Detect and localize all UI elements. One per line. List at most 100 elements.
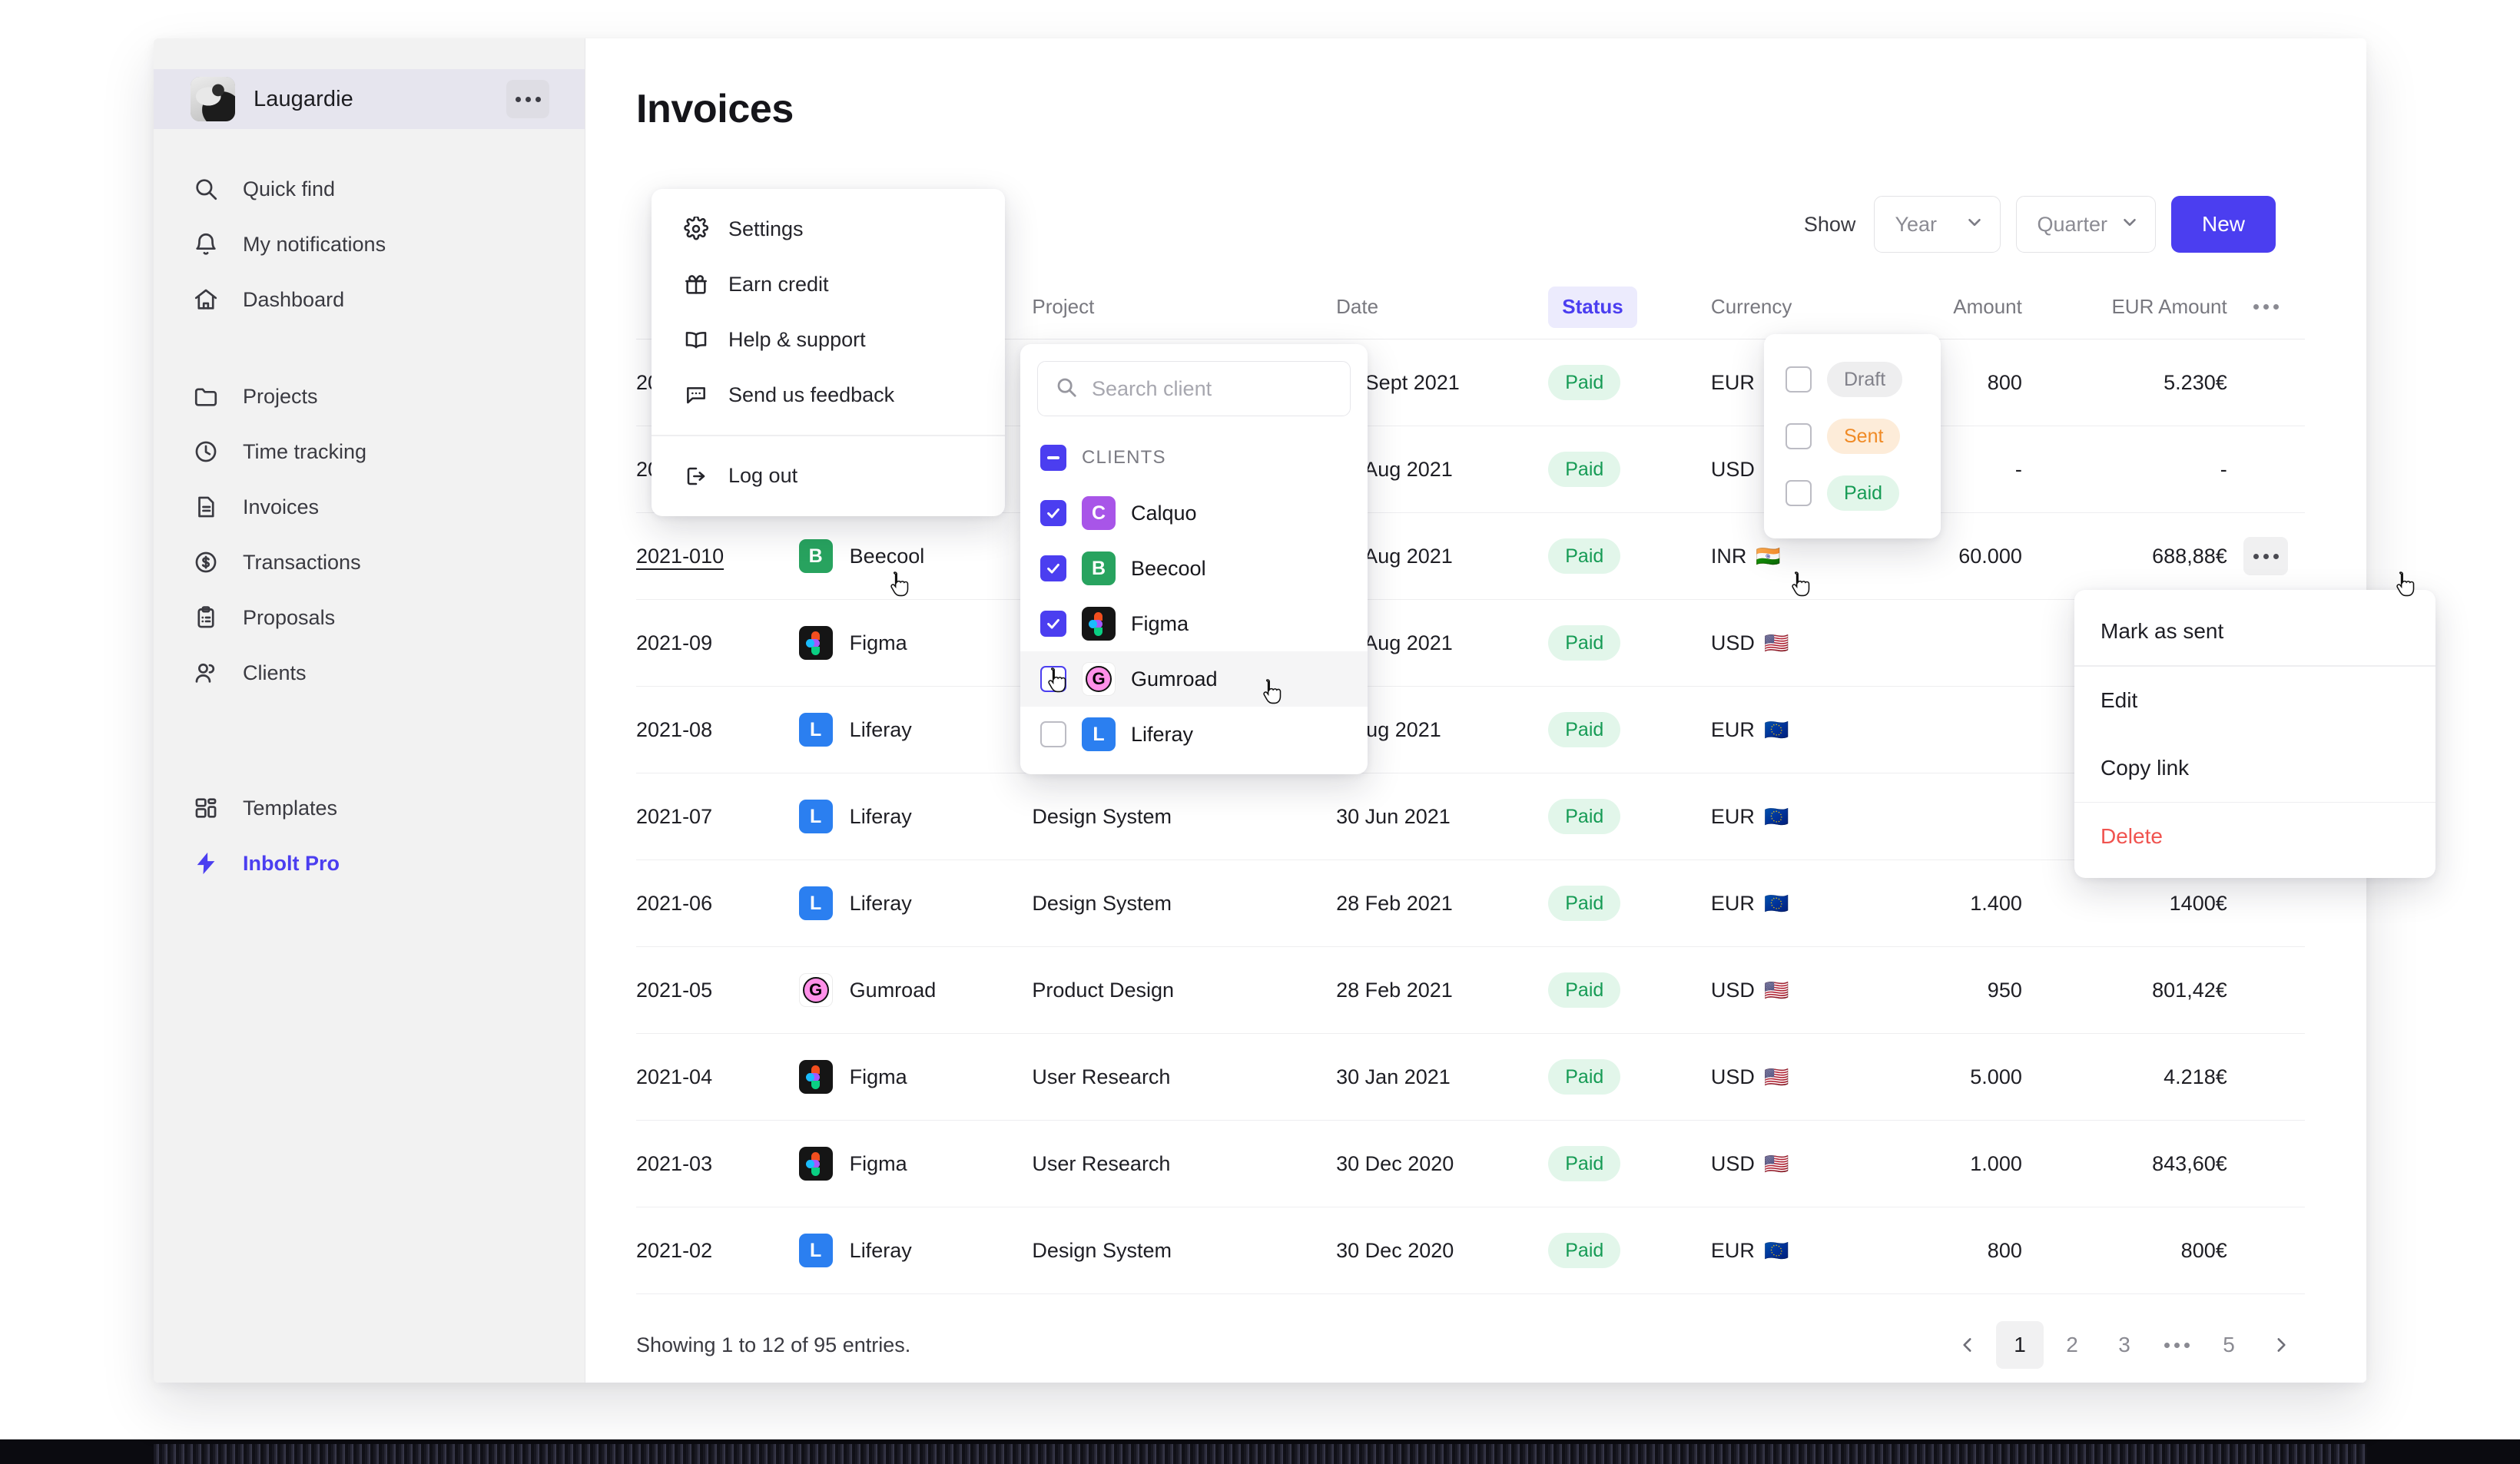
cell-invoice-id[interactable]: 2021-07 (636, 805, 799, 829)
menu-item-settings[interactable]: Settings (652, 201, 1005, 257)
table-row[interactable]: 2021-03 Figma User Research 30 Dec 2020 Paid… (636, 1121, 2305, 1207)
status-badge[interactable]: Paid (1548, 799, 1621, 834)
cell-invoice-id[interactable]: 2021-02 (636, 1239, 799, 1263)
table-row[interactable]: 2021-07 L Liferay Design System 30 Jun 2021 P… (636, 773, 2305, 860)
sidebar-item-transactions[interactable]: Transactions (154, 535, 585, 590)
status-badge[interactable]: Paid (1548, 972, 1621, 1008)
status-badge[interactable]: Paid (1548, 1146, 1621, 1181)
pagination-page-2[interactable]: 2 (2048, 1321, 2096, 1369)
checkbox[interactable] (1040, 721, 1066, 747)
checkbox[interactable] (1040, 611, 1066, 637)
quarter-select[interactable]: Quarter (2016, 196, 2156, 253)
status-badge[interactable]: Paid (1548, 886, 1621, 921)
cell-invoice-id[interactable]: 2021-04 (636, 1065, 799, 1089)
menu-item-send-us-feedback[interactable]: Send us feedback (652, 367, 1005, 422)
sidebar-item-inbolt-pro[interactable]: Inbolt Pro (154, 836, 585, 891)
table-row[interactable]: 2021-05 G Gumroad Product Design 28 Feb 2021… (636, 947, 2305, 1034)
cell-invoice-id[interactable]: 2021-06 (636, 892, 799, 916)
search-client-input[interactable] (1092, 376, 1333, 401)
invoice-id-link[interactable]: 2021-04 (636, 1065, 712, 1089)
checkbox[interactable] (1040, 555, 1066, 581)
ellipsis-icon[interactable] (2243, 288, 2288, 326)
table-row[interactable]: 2021-010BBeecoolDesign25 Aug 2021PaidINR… (636, 513, 2305, 600)
column-header-date[interactable]: Date (1336, 295, 1548, 319)
pagination-page-5[interactable]: 5 (2205, 1321, 2253, 1369)
column-header-eur-amount[interactable]: EUR Amount (2022, 295, 2227, 319)
status-badge[interactable]: Paid (1548, 538, 1621, 574)
table-row[interactable]: 2021-02 L Liferay Design System 30 Dec 2020 P… (636, 1207, 2305, 1294)
sidebar-item-clients[interactable]: Clients (154, 645, 585, 701)
status-badge[interactable]: Paid (1548, 625, 1621, 661)
new-invoice-button[interactable]: New (2170, 196, 2276, 253)
client-filter-group-clients[interactable]: CLIENTS (1020, 430, 1368, 485)
status-option-sent[interactable]: Sent (1764, 408, 1941, 465)
invoice-id-link[interactable]: 2021-06 (636, 892, 712, 916)
client-option-calquo[interactable]: C Calquo (1020, 485, 1368, 541)
invoice-id-link[interactable]: 2021-07 (636, 805, 712, 829)
status-badge[interactable]: Paid (1548, 1233, 1621, 1268)
sidebar-item-my-notifications[interactable]: My notifications (154, 217, 585, 272)
column-header-project[interactable]: Project (1032, 295, 1336, 319)
checkbox-indeterminate[interactable] (1040, 445, 1066, 471)
pagination-prev[interactable] (1944, 1321, 1991, 1369)
sidebar-item-dashboard[interactable]: Dashboard (154, 272, 585, 327)
client-option-beecool[interactable]: B Beecool (1020, 541, 1368, 596)
action-delete[interactable]: Delete (2074, 803, 2435, 870)
action-mark-as-sent[interactable]: Mark as sent (2074, 598, 2435, 665)
status-filter-button[interactable]: Status (1548, 286, 1637, 328)
invoice-id-link[interactable]: 2021-09 (636, 631, 712, 655)
profile-row[interactable]: Laugardie (154, 69, 585, 129)
client-option-gumroad[interactable]: G Gumroad (1020, 651, 1368, 707)
invoice-id-link[interactable]: 2021-08 (636, 718, 712, 742)
invoice-id-link[interactable]: 2021-05 (636, 979, 712, 1002)
action-edit[interactable]: Edit (2074, 667, 2435, 734)
sidebar-item-templates[interactable]: Templates (154, 780, 585, 836)
cell-invoice-id[interactable]: 2021-05 (636, 979, 799, 1002)
status-option-draft[interactable]: Draft (1764, 351, 1941, 408)
table-row[interactable]: 2021-04 Figma User Research 30 Jan 2021 Paid… (636, 1034, 2305, 1121)
column-header-actions[interactable] (2227, 288, 2305, 326)
sidebar-item-time-tracking[interactable]: Time tracking (154, 424, 585, 479)
checkbox[interactable] (1040, 666, 1066, 692)
column-header-amount[interactable]: Amount (1852, 295, 2022, 319)
client-option-figma[interactable]: Figma (1020, 596, 1368, 651)
invoice-id-link[interactable]: 2021-010 (636, 545, 724, 568)
client-option-liferay[interactable]: L Liferay (1020, 707, 1368, 762)
table-row[interactable]: 2021-06 L Liferay Design System 28 Feb 2021 P… (636, 860, 2305, 947)
status-badge[interactable]: Paid (1548, 1059, 1621, 1095)
cell-invoice-id[interactable]: 2021-010 (636, 545, 799, 568)
menu-item-earn-credit[interactable]: Earn credit (652, 257, 1005, 312)
cell-invoice-id[interactable]: 2021-03 (636, 1152, 799, 1176)
invoice-id-link[interactable]: 2021-02 (636, 1239, 712, 1263)
sidebar-item-projects[interactable]: Projects (154, 369, 585, 424)
year-select[interactable]: Year (1874, 196, 2001, 253)
menu-item-log-out[interactable]: Log out (652, 449, 1005, 504)
row-actions-button[interactable] (2243, 537, 2289, 575)
status-badge[interactable]: Paid (1548, 365, 1621, 400)
menu-item-help-support[interactable]: Help & support (652, 312, 1005, 367)
sidebar-item-invoices[interactable]: Invoices (154, 479, 585, 535)
checkbox[interactable] (1786, 480, 1812, 506)
checkbox[interactable] (1040, 500, 1066, 526)
client-group-label: CLIENTS (1082, 447, 1166, 468)
cell-invoice-id[interactable]: 2021-08 (636, 718, 799, 742)
invoice-id-link[interactable]: 2021-03 (636, 1152, 712, 1176)
pagination-page-1[interactable]: 1 (1996, 1321, 2044, 1369)
action-copy-link[interactable]: Copy link (2074, 734, 2435, 802)
table-row[interactable]: 2021-09FigmaDesign15 Aug 2021PaidUSD🇺🇸 (636, 600, 2305, 687)
cell-actions[interactable] (2227, 537, 2305, 575)
pagination-next[interactable] (2257, 1321, 2305, 1369)
checkbox[interactable] (1786, 423, 1812, 449)
column-header-currency[interactable]: Currency (1711, 295, 1852, 319)
client-search-box[interactable] (1037, 361, 1351, 416)
cell-invoice-id[interactable]: 2021-09 (636, 631, 799, 655)
profile-menu-button[interactable] (506, 80, 549, 118)
table-row[interactable]: 2021-08LLiferaying1 Aug 2021PaidEUR🇪🇺 (636, 687, 2305, 773)
status-badge[interactable]: Paid (1548, 452, 1621, 487)
pagination-page-3[interactable]: 3 (2101, 1321, 2148, 1369)
status-badge[interactable]: Paid (1548, 712, 1621, 747)
sidebar-item-quick-find[interactable]: Quick find (154, 161, 585, 217)
sidebar-item-proposals[interactable]: Proposals (154, 590, 585, 645)
checkbox[interactable] (1786, 366, 1812, 392)
status-option-paid[interactable]: Paid (1764, 465, 1941, 522)
